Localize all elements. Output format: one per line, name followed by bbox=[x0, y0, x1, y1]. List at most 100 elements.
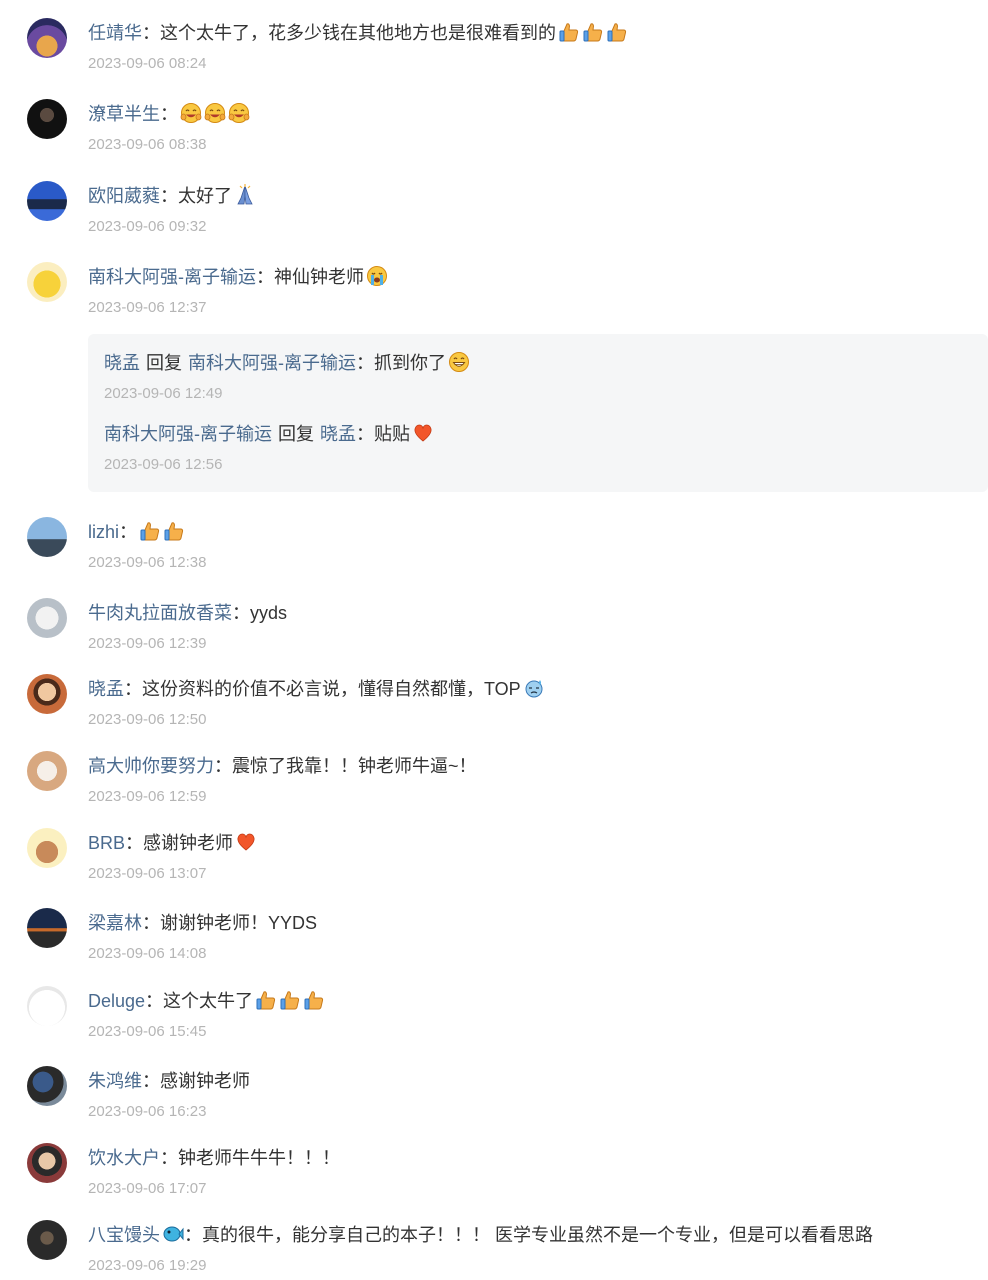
thumbs-up-icon bbox=[583, 23, 603, 42]
avatar[interactable] bbox=[27, 751, 67, 791]
reply-to[interactable]: 晓孟 bbox=[320, 424, 356, 444]
heart-icon bbox=[414, 424, 432, 442]
avatar[interactable] bbox=[27, 181, 67, 221]
comment-author[interactable]: Deluge bbox=[88, 991, 145, 1011]
comment-author[interactable]: 高大帅你要努力 bbox=[88, 756, 214, 776]
reply-word: 回复 bbox=[146, 353, 182, 373]
comment-line: 欧阳葳蕤：太好了 bbox=[88, 183, 256, 209]
sweat-face-icon bbox=[525, 679, 543, 698]
avatar[interactable] bbox=[27, 517, 67, 557]
avatar[interactable] bbox=[27, 828, 67, 868]
comment-text: 神仙钟老师 bbox=[274, 267, 364, 287]
laughing-face-icon bbox=[228, 102, 250, 124]
comment-author[interactable]: 朱鸿维 bbox=[88, 1071, 142, 1091]
comment-time: 2023-09-06 08:24 bbox=[88, 55, 207, 72]
colon-separator: ： bbox=[214, 756, 232, 776]
comment-line: 晓孟：这份资料的价值不必言说，懂得自然都懂，TOP bbox=[88, 676, 545, 702]
comment-item: 饮水大户：钟老师牛牛牛！！！ 2023-09-06 17:07 bbox=[0, 1143, 988, 1203]
reply-from[interactable]: 南科大阿强-离子输运 bbox=[104, 424, 272, 444]
comment-text: 这个太牛了 bbox=[163, 991, 254, 1011]
comment-item: Deluge：这个太牛了 2023-09-06 15:45 bbox=[0, 986, 988, 1046]
avatar[interactable] bbox=[27, 908, 67, 948]
colon-separator: ： bbox=[356, 353, 374, 373]
comment-author[interactable]: BRB bbox=[88, 833, 125, 853]
comment-text: 真的很牛，能分享自己的本子！！！ 医学专业虽然不是一个专业，但是可以看看思路 bbox=[202, 1225, 873, 1245]
praying-hands-icon bbox=[237, 184, 253, 205]
comment-item: BRB：感谢钟老师 2023-09-06 13:07 bbox=[0, 828, 988, 888]
avatar[interactable] bbox=[27, 1220, 67, 1260]
avatar[interactable] bbox=[27, 674, 67, 714]
comment-line: 朱鸿维：感谢钟老师 bbox=[88, 1068, 250, 1094]
thumbs-up-icon bbox=[140, 522, 160, 541]
comment-line: BRB：感谢钟老师 bbox=[88, 830, 257, 856]
comment-text: 感谢钟老师 bbox=[160, 1071, 250, 1091]
reply-to[interactable]: 南科大阿强-离子输运 bbox=[188, 353, 356, 373]
colon-separator: ： bbox=[142, 23, 160, 43]
comment-text: 钟老师牛牛牛！！！ bbox=[178, 1148, 340, 1168]
avatar[interactable] bbox=[27, 986, 67, 1026]
reply-thread: 晓孟 回复 南科大阿强-离子输运：抓到你了 2023-09-06 12:49 南科大阿强… bbox=[88, 334, 988, 492]
avatar[interactable] bbox=[27, 1143, 67, 1183]
comment-author[interactable]: 八宝馒头 bbox=[88, 1225, 160, 1245]
comment-item: 八宝馒头 ：真的很牛，能分享自己的本子！！！ 医学专业虽然不是一个专业，但是可以看… bbox=[0, 1220, 988, 1280]
comment-item: 任靖华：这个太牛了，花多少钱在其他地方也是很难看到的 2023-09-06 08:… bbox=[0, 18, 988, 78]
comment-text: 震惊了我靠！！钟老师牛逼~！ bbox=[232, 756, 477, 776]
comment-time: 2023-09-06 14:08 bbox=[88, 945, 207, 962]
comment-time: 2023-09-06 15:45 bbox=[88, 1023, 207, 1040]
comment-line: 高大帅你要努力：震惊了我靠！！钟老师牛逼~！ bbox=[88, 753, 477, 779]
comment-author[interactable]: 牛肉丸拉面放香菜 bbox=[88, 603, 232, 623]
thumbs-up-icon bbox=[559, 23, 579, 42]
colon-separator: ： bbox=[124, 679, 142, 699]
comment-time: 2023-09-06 12:37 bbox=[88, 299, 207, 316]
comment-item: 晓孟：这份资料的价值不必言说，懂得自然都懂，TOP 2023-09-06 12:5… bbox=[0, 674, 988, 734]
thumbs-up-icon bbox=[280, 991, 300, 1010]
reply-item: 南科大阿强-离子输运 回复 晓孟：贴贴 2023-09-06 12:56 bbox=[88, 419, 988, 479]
comment-item: 高大帅你要努力：震惊了我靠！！钟老师牛逼~！ 2023-09-06 12:59 bbox=[0, 751, 988, 811]
colon-separator: ： bbox=[232, 603, 250, 623]
fish-icon bbox=[163, 1226, 184, 1242]
reply-word: 回复 bbox=[278, 424, 314, 444]
comment-text: 这份资料的价值不必言说，懂得自然都懂，TOP bbox=[142, 679, 521, 699]
comment-author[interactable]: 潦草半生 bbox=[88, 104, 160, 124]
comment-text: 太好了 bbox=[178, 186, 232, 206]
comment-line: 牛肉丸拉面放香菜：yyds bbox=[88, 600, 287, 626]
laughing-face-icon bbox=[204, 102, 226, 124]
comment-time: 2023-09-06 19:29 bbox=[88, 1257, 207, 1274]
comment-author[interactable]: 任靖华 bbox=[88, 23, 142, 43]
avatar[interactable] bbox=[27, 99, 67, 139]
comment-line: 潦草半生： bbox=[88, 101, 250, 127]
comment-text: yyds bbox=[250, 603, 288, 623]
colon-separator: ： bbox=[356, 424, 374, 444]
comment-author[interactable]: 晓孟 bbox=[88, 679, 124, 699]
reply-text: 抓到你了 bbox=[374, 353, 446, 373]
comment-item: 欧阳葳蕤：太好了 2023-09-06 09:32 bbox=[0, 181, 988, 241]
comment-text: 感谢钟老师 bbox=[143, 833, 234, 853]
comment-item: 南科大阿强-离子输运：神仙钟老师 2023-09-06 12:37 bbox=[0, 262, 988, 322]
comment-time: 2023-09-06 16:23 bbox=[88, 1103, 207, 1120]
thumbs-up-icon bbox=[164, 522, 184, 541]
comment-author[interactable]: 饮水大户 bbox=[88, 1148, 160, 1168]
avatar[interactable] bbox=[27, 598, 67, 638]
reply-from[interactable]: 晓孟 bbox=[104, 353, 140, 373]
laughing-face-icon bbox=[180, 102, 202, 124]
colon-separator: ： bbox=[125, 833, 144, 853]
avatar[interactable] bbox=[27, 18, 67, 58]
comment-time: 2023-09-06 12:38 bbox=[88, 554, 207, 571]
reply-time: 2023-09-06 12:49 bbox=[104, 385, 223, 402]
thumbs-up-icon bbox=[607, 23, 627, 42]
heart-icon bbox=[237, 833, 255, 851]
comment-time: 2023-09-06 17:07 bbox=[88, 1180, 207, 1197]
comment-item: 梁嘉林：谢谢钟老师！YYDS 2023-09-06 14:08 bbox=[0, 908, 988, 968]
colon-separator: ： bbox=[184, 1225, 202, 1245]
avatar[interactable] bbox=[27, 1066, 67, 1106]
comment-item: lizhi： 2023-09-06 12:38 bbox=[0, 517, 988, 577]
reply-line: 南科大阿强-离子输运 回复 晓孟：贴贴 bbox=[104, 421, 434, 447]
comment-author[interactable]: 南科大阿强-离子输运 bbox=[88, 267, 256, 287]
comment-time: 2023-09-06 09:32 bbox=[88, 218, 207, 235]
comment-author[interactable]: lizhi bbox=[88, 522, 119, 542]
comment-line: Deluge：这个太牛了 bbox=[88, 988, 325, 1014]
avatar[interactable] bbox=[27, 262, 67, 302]
comment-author[interactable]: 梁嘉林 bbox=[88, 913, 142, 933]
comment-line: 饮水大户：钟老师牛牛牛！！！ bbox=[88, 1145, 340, 1171]
comment-author[interactable]: 欧阳葳蕤 bbox=[88, 186, 160, 206]
